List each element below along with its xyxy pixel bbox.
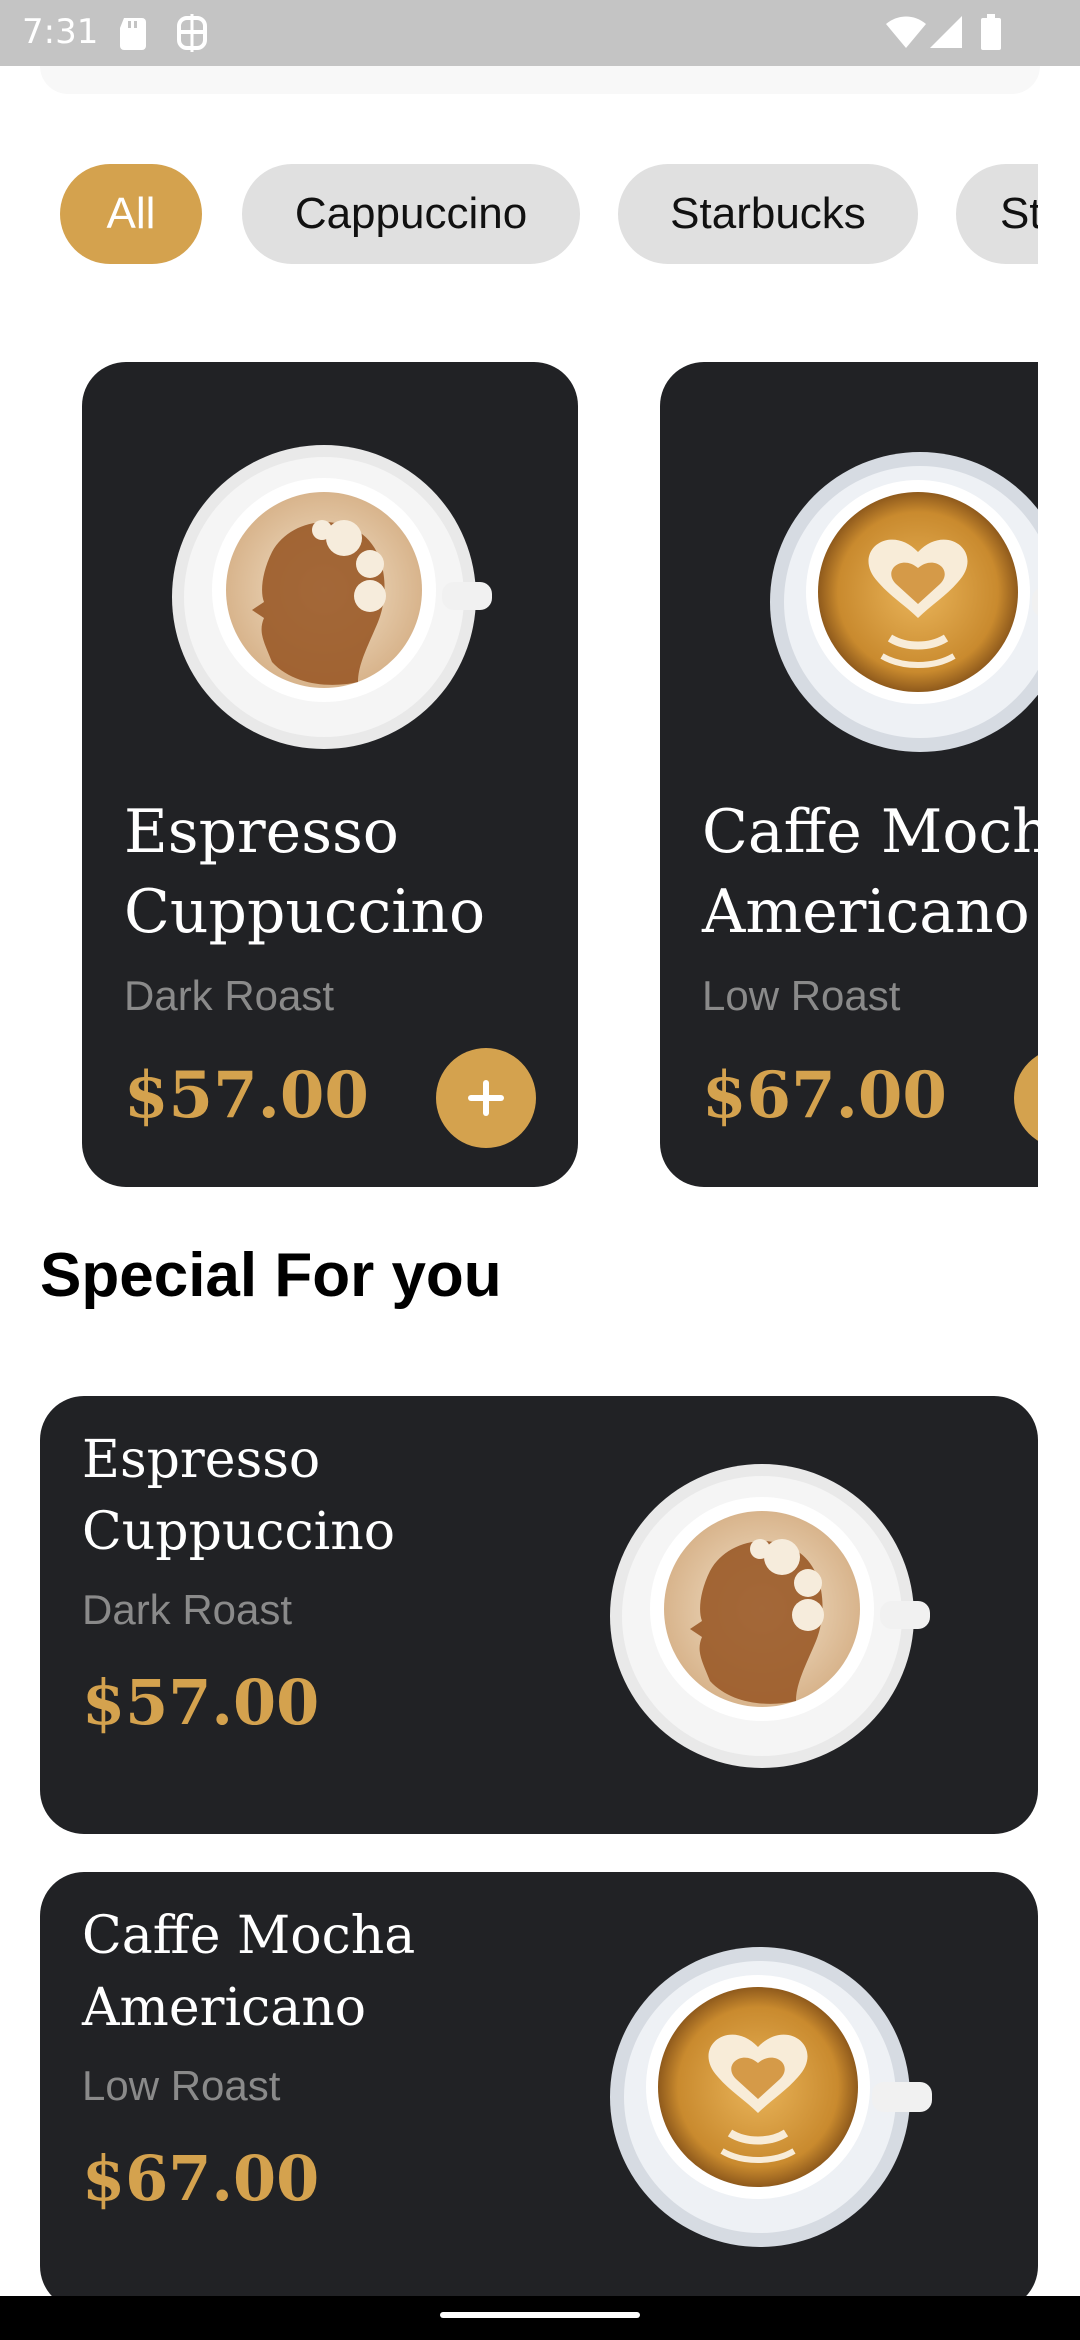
fb-notification-icon	[177, 14, 207, 52]
special-name: Caffe Mocha Americano	[82, 1906, 416, 2038]
section-title: Special For you	[40, 1241, 502, 1310]
special-roast: Dark Roast	[82, 1586, 293, 1633]
chip-cappuccino[interactable]: Cappuccino	[242, 164, 580, 264]
special-card[interactable]: Caffe Mocha Americano Low Roast $67.00	[40, 1872, 1038, 2310]
product-card[interactable]: Caffe Mocha Americano Low Roast $67.00	[660, 362, 1038, 1187]
chip-starbucks[interactable]: Starbucks	[618, 164, 918, 264]
product-card[interactable]: Espresso Cuppuccino Dark Roast $57.00	[82, 362, 578, 1187]
add-to-cart-button[interactable]	[1014, 1048, 1038, 1148]
wifi-icon	[886, 16, 926, 48]
status-bar: 7:31	[0, 0, 1080, 66]
search-bar[interactable]	[40, 66, 1040, 94]
home-indicator[interactable]	[440, 2312, 640, 2318]
navigation-bar	[0, 2296, 1080, 2340]
product-price: $67.00	[702, 1058, 947, 1133]
product-name: Caffe Mocha Americano	[702, 797, 1038, 947]
product-roast: Dark Roast	[124, 972, 335, 1019]
category-chips: All Cappuccino Starbucks St	[0, 164, 1038, 264]
special-price: $67.00	[82, 2142, 320, 2215]
product-name: Espresso Cuppuccino	[124, 797, 486, 947]
coffee-cup-image	[172, 442, 502, 752]
special-card[interactable]: Espresso Cuppuccino Dark Roast $57.00	[40, 1396, 1038, 1834]
chip-all[interactable]: All	[60, 164, 202, 264]
signal-icon	[930, 16, 962, 48]
coffee-cup-image	[610, 1456, 940, 1776]
add-to-cart-button[interactable]	[436, 1048, 536, 1148]
special-price: $57.00	[82, 1666, 320, 1739]
product-roast: Low Roast	[702, 972, 901, 1019]
status-time: 7:31	[22, 12, 99, 52]
plus-icon	[468, 1080, 504, 1116]
coffee-cup-image	[610, 1932, 940, 2252]
chip-partial[interactable]: St	[956, 164, 1038, 264]
special-roast: Low Roast	[82, 2062, 281, 2109]
product-price: $57.00	[124, 1058, 369, 1133]
sd-card-icon	[120, 18, 146, 50]
coffee-cup-image	[770, 442, 1038, 752]
product-carousel[interactable]: Espresso Cuppuccino Dark Roast $57.00 Ca…	[0, 362, 1038, 1187]
plus-icon	[1014, 1048, 1038, 1148]
special-name: Espresso Cuppuccino	[82, 1430, 396, 1562]
battery-icon	[981, 14, 1001, 50]
